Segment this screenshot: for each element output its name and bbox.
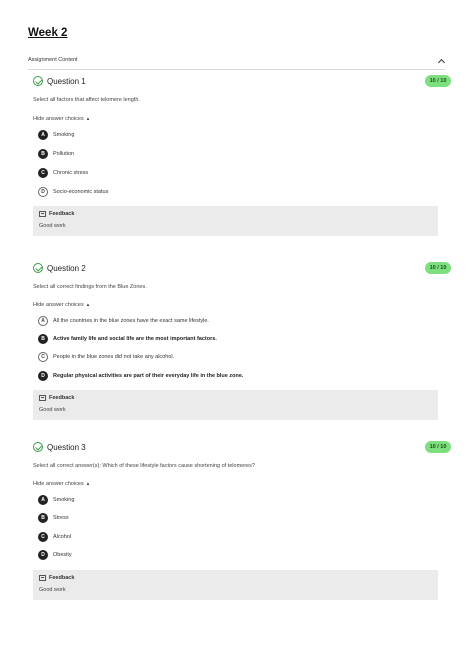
- caret-up-icon: ▲: [85, 481, 91, 486]
- feedback-header: Feedback: [39, 211, 432, 217]
- feedback-header: Feedback: [39, 395, 432, 401]
- question-header: Question 2 10 / 10: [33, 261, 451, 275]
- hide-answer-choices-toggle[interactable]: Hide answer choices ▲: [33, 481, 90, 487]
- caret-up-icon: ▲: [85, 302, 91, 307]
- answer-choice: B Stress: [38, 513, 69, 523]
- choice-letter: B: [38, 334, 48, 344]
- choice-text: Socio-economic status: [53, 189, 109, 195]
- choice-text: Active family life and social life are t…: [53, 336, 217, 342]
- choice-text: Smoking: [53, 132, 75, 138]
- choice-text: People in the blue zones did not take an…: [53, 354, 175, 360]
- choice-text: Regular physical activities are part of …: [53, 373, 244, 379]
- choice-text: Obesity: [53, 552, 72, 558]
- answer-choice: C Alcohol: [38, 532, 71, 542]
- answer-choice: A All the countries in the blue zones ha…: [38, 316, 209, 326]
- toggle-label: Hide answer choices: [33, 481, 84, 487]
- score-badge: 10 / 10: [425, 262, 451, 274]
- chevron-up-icon[interactable]: [438, 57, 445, 64]
- choice-letter: A: [38, 316, 48, 326]
- choice-text: Stress: [53, 515, 69, 521]
- feedback-label: Feedback: [49, 211, 75, 217]
- feedback-label: Feedback: [49, 395, 75, 401]
- question-title: Question 1: [47, 76, 86, 86]
- feedback-panel: Feedback Good work: [33, 390, 438, 420]
- feedback-header: Feedback: [39, 575, 432, 581]
- choice-text: All the countries in the blue zones have…: [53, 318, 209, 324]
- hide-answer-choices-toggle[interactable]: Hide answer choices ▲: [33, 302, 90, 308]
- choice-letter: D: [38, 187, 48, 197]
- choice-letter: D: [38, 371, 48, 381]
- feedback-label: Feedback: [49, 575, 75, 581]
- hide-answer-choices-toggle[interactable]: Hide answer choices ▲: [33, 116, 90, 122]
- check-circle-icon: [33, 442, 43, 452]
- feedback-text: Good work: [39, 407, 66, 413]
- answer-choice: D Obesity: [38, 550, 72, 560]
- question-title: Question 2: [47, 263, 86, 273]
- choice-letter: A: [38, 130, 48, 140]
- feedback-icon: [39, 575, 46, 581]
- choice-letter: C: [38, 352, 48, 362]
- assignment-content-label: Assignment Content: [28, 57, 78, 63]
- check-circle-icon: [33, 76, 43, 86]
- choice-letter: C: [38, 168, 48, 178]
- feedback-icon: [39, 395, 46, 401]
- choice-letter: A: [38, 495, 48, 505]
- feedback-panel: Feedback Good work: [33, 570, 438, 600]
- choice-text: Chronic stress: [53, 170, 89, 176]
- toggle-label: Hide answer choices: [33, 302, 84, 308]
- question-prompt: Select all correct answer(s): Which of t…: [33, 463, 255, 469]
- question-title: Question 3: [47, 442, 86, 452]
- assignment-content-bar[interactable]: Assignment Content: [28, 53, 445, 67]
- toggle-label: Hide answer choices: [33, 116, 84, 122]
- choice-text: Smoking: [53, 497, 75, 503]
- feedback-text: Good work: [39, 223, 66, 229]
- check-circle-icon: [33, 263, 43, 273]
- score-badge: 10 / 10: [425, 75, 451, 87]
- page-title: Week 2: [28, 27, 68, 39]
- caret-up-icon: ▲: [85, 116, 91, 121]
- choice-text: Alcohol: [53, 534, 72, 540]
- choice-letter: D: [38, 550, 48, 560]
- answer-choice: A Smoking: [38, 130, 74, 140]
- question-prompt: Select all factors that affect telomere …: [33, 97, 140, 103]
- answer-choice: D Socio-economic status: [38, 187, 108, 197]
- choice-text: Pollution: [53, 151, 75, 157]
- question-header: Question 1 10 / 10: [33, 74, 451, 88]
- answer-choice: C Chronic stress: [38, 168, 88, 178]
- answer-choice: C People in the blue zones did not take …: [38, 352, 174, 362]
- answer-choice: A Smoking: [38, 495, 74, 505]
- feedback-panel: Feedback Good work: [33, 206, 438, 236]
- answer-choice: D Regular physical activities are part o…: [38, 371, 243, 381]
- feedback-icon: [39, 211, 46, 217]
- choice-letter: B: [38, 149, 48, 159]
- score-badge: 10 / 10: [425, 441, 451, 453]
- choice-letter: B: [38, 513, 48, 523]
- answer-choice: B Active family life and social life are…: [38, 334, 217, 344]
- question-prompt: Select all correct findings from the Blu…: [33, 284, 147, 290]
- question-header: Question 3 10 / 10: [33, 440, 451, 454]
- choice-letter: C: [38, 532, 48, 542]
- answer-choice: B Pollution: [38, 149, 74, 159]
- feedback-text: Good work: [39, 587, 66, 593]
- divider: [28, 69, 445, 70]
